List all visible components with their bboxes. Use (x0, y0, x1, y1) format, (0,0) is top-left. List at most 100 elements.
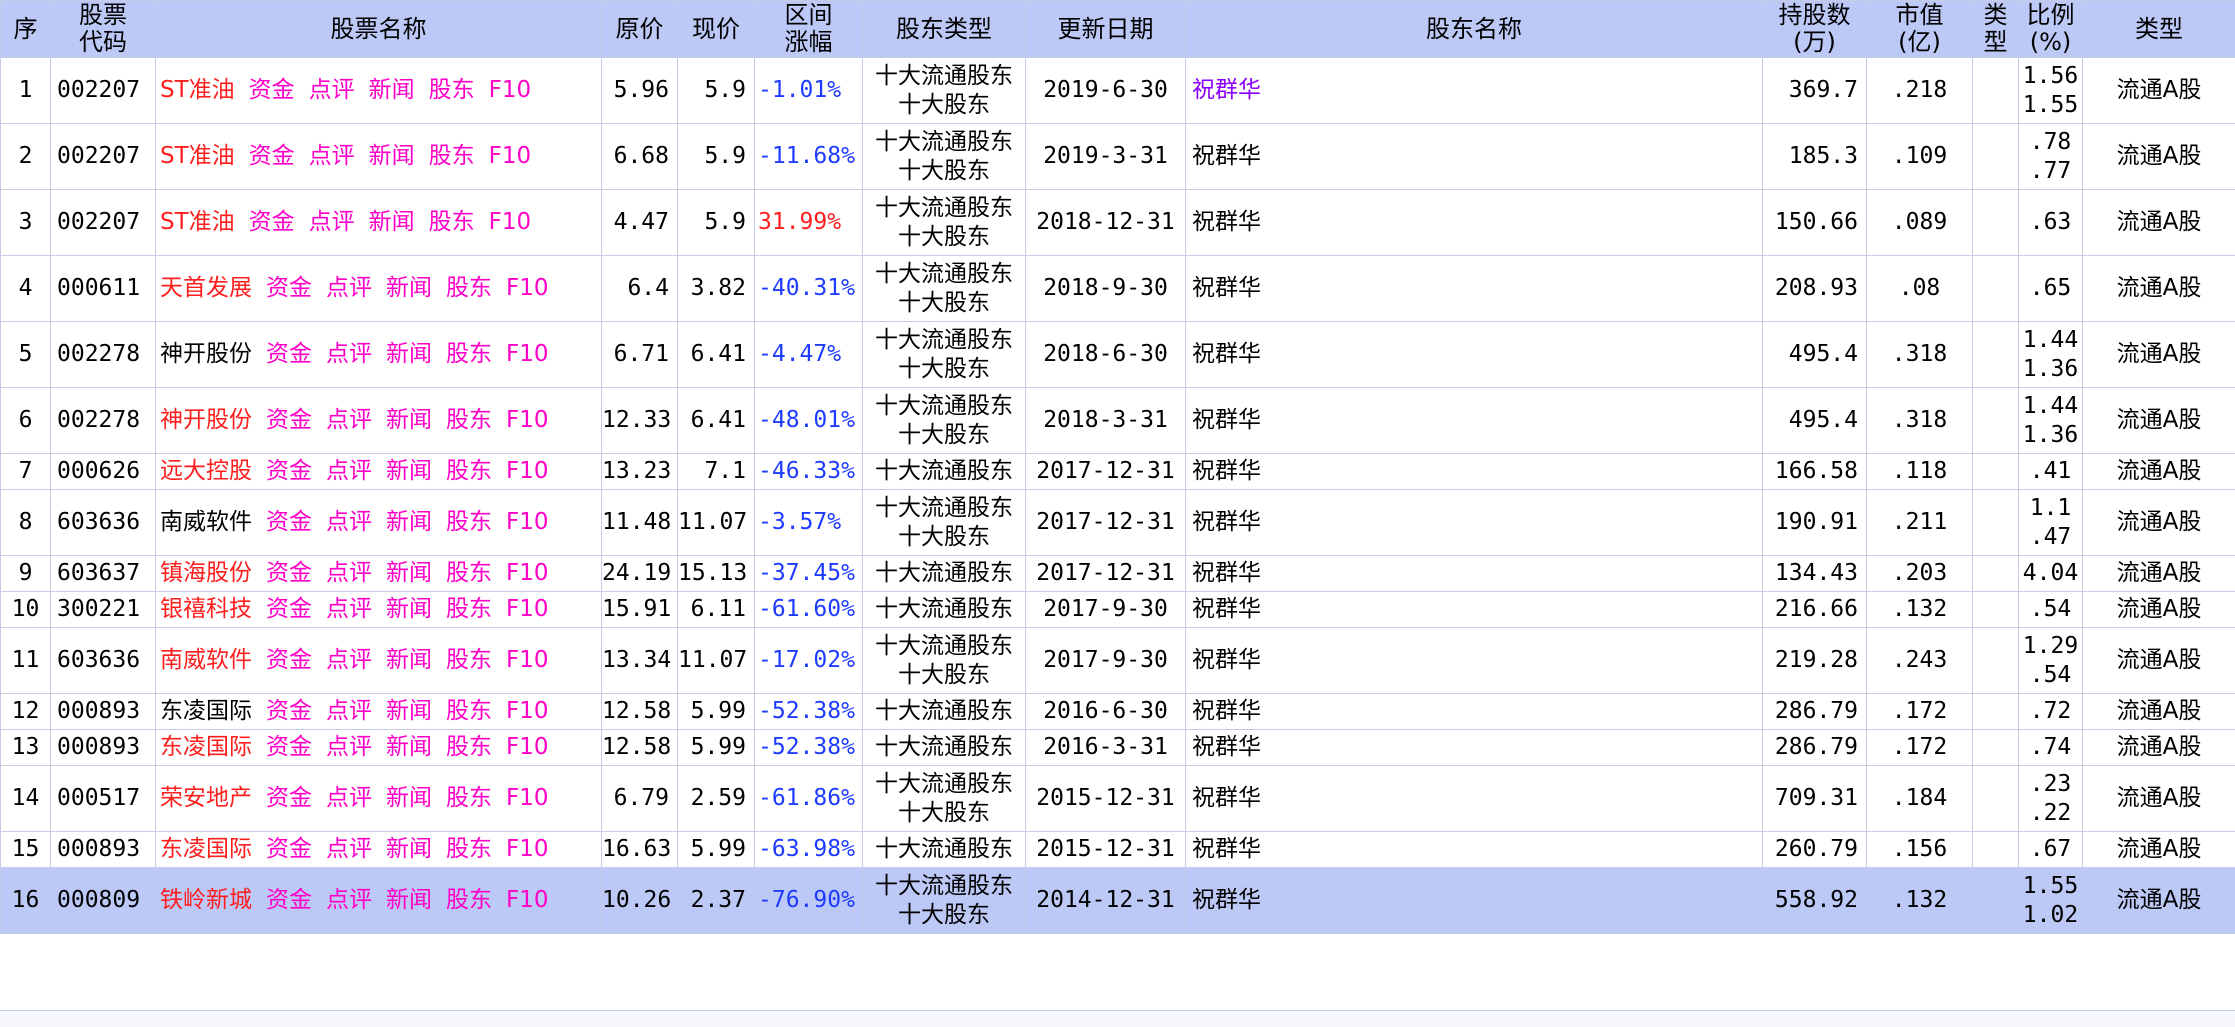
f10-link[interactable]: F10 (506, 836, 549, 862)
col-header-shares[interactable]: 持股数 (万) (1763, 1, 1867, 58)
holder-link[interactable]: 股东 (429, 209, 475, 235)
news-link[interactable]: 新闻 (369, 77, 415, 103)
stock-name-link[interactable]: 远大控股 (160, 458, 252, 484)
news-link[interactable]: 新闻 (386, 341, 432, 367)
stock-name-link[interactable]: 东凌国际 (160, 734, 252, 760)
f10-link[interactable]: F10 (489, 143, 532, 169)
holder-link[interactable]: 股东 (446, 698, 492, 724)
stock-name-link[interactable]: 镇海股份 (160, 560, 252, 586)
news-link[interactable]: 新闻 (386, 407, 432, 433)
review-link[interactable]: 点评 (326, 407, 372, 433)
fund-link[interactable]: 资金 (249, 77, 295, 103)
fund-link[interactable]: 资金 (266, 560, 312, 586)
col-header-range-change[interactable]: 区间 涨幅 (755, 1, 863, 58)
holder-link[interactable]: 股东 (446, 341, 492, 367)
cell-code[interactable]: 603637 (51, 556, 156, 592)
table-row[interactable]: 2002207ST准油资金点评新闻股东F106.685.9-11.68%十大流通… (1, 124, 2235, 190)
stock-name-link[interactable]: 东凌国际 (160, 698, 252, 724)
fund-link[interactable]: 资金 (266, 596, 312, 622)
cell-holder-name[interactable]: 祝群华 (1186, 256, 1763, 322)
col-header-seq[interactable]: 序 (1, 1, 51, 58)
stock-name-link[interactable]: ST准油 (160, 143, 235, 169)
holder-link[interactable]: 股东 (446, 458, 492, 484)
news-link[interactable]: 新闻 (386, 698, 432, 724)
col-header-holder-name[interactable]: 股东名称 (1186, 1, 1763, 58)
review-link[interactable]: 点评 (326, 836, 372, 862)
cell-code[interactable]: 300221 (51, 592, 156, 628)
f10-link[interactable]: F10 (489, 77, 532, 103)
fund-link[interactable]: 资金 (266, 407, 312, 433)
review-link[interactable]: 点评 (326, 596, 372, 622)
news-link[interactable]: 新闻 (386, 785, 432, 811)
news-link[interactable]: 新闻 (386, 509, 432, 535)
review-link[interactable]: 点评 (326, 275, 372, 301)
f10-link[interactable]: F10 (489, 209, 532, 235)
cell-holder-name[interactable]: 祝群华 (1186, 190, 1763, 256)
f10-link[interactable]: F10 (506, 275, 549, 301)
table-row[interactable]: 7000626远大控股资金点评新闻股东F1013.237.1-46.33%十大流… (1, 454, 2235, 490)
news-link[interactable]: 新闻 (386, 887, 432, 913)
f10-link[interactable]: F10 (506, 734, 549, 760)
cell-code[interactable]: 000893 (51, 832, 156, 868)
review-link[interactable]: 点评 (326, 734, 372, 760)
f10-link[interactable]: F10 (506, 647, 549, 673)
review-link[interactable]: 点评 (326, 887, 372, 913)
f10-link[interactable]: F10 (506, 596, 549, 622)
stock-name-link[interactable]: 南威软件 (160, 647, 252, 673)
news-link[interactable]: 新闻 (386, 275, 432, 301)
table-row[interactable]: 8603636南威软件资金点评新闻股东F1011.4811.07-3.57%十大… (1, 490, 2235, 556)
table-row[interactable]: 13000893东凌国际资金点评新闻股东F1012.585.99-52.38%十… (1, 730, 2235, 766)
news-link[interactable]: 新闻 (386, 560, 432, 586)
cell-code[interactable]: 603636 (51, 490, 156, 556)
cell-holder-name[interactable]: 祝群华 (1186, 454, 1763, 490)
table-row[interactable]: 1002207ST准油资金点评新闻股东F105.965.9-1.01%十大流通股… (1, 58, 2235, 124)
f10-link[interactable]: F10 (506, 458, 549, 484)
holder-link[interactable]: 股东 (446, 596, 492, 622)
cell-holder-name[interactable]: 祝群华 (1186, 832, 1763, 868)
cell-holder-name[interactable]: 祝群华 (1186, 592, 1763, 628)
f10-link[interactable]: F10 (506, 509, 549, 535)
table-row[interactable]: 12000893东凌国际资金点评新闻股东F1012.585.99-52.38%十… (1, 694, 2235, 730)
cell-holder-name[interactable]: 祝群华 (1186, 694, 1763, 730)
cell-holder-name[interactable]: 祝群华 (1186, 58, 1763, 124)
news-link[interactable]: 新闻 (386, 647, 432, 673)
review-link[interactable]: 点评 (326, 647, 372, 673)
news-link[interactable]: 新闻 (386, 734, 432, 760)
review-link[interactable]: 点评 (326, 785, 372, 811)
review-link[interactable]: 点评 (326, 458, 372, 484)
stock-name-link[interactable]: ST准油 (160, 209, 235, 235)
f10-link[interactable]: F10 (506, 698, 549, 724)
table-row[interactable]: 3002207ST准油资金点评新闻股东F104.475.931.99%十大流通股… (1, 190, 2235, 256)
cell-code[interactable]: 603636 (51, 628, 156, 694)
cell-holder-name[interactable]: 祝群华 (1186, 766, 1763, 832)
table-row[interactable]: 14000517荣安地产资金点评新闻股东F106.792.59-61.86%十大… (1, 766, 2235, 832)
stock-name-link[interactable]: 神开股份 (160, 341, 252, 367)
cell-code[interactable]: 002207 (51, 190, 156, 256)
stock-name-link[interactable]: ST准油 (160, 77, 235, 103)
stock-name-link[interactable]: 荣安地产 (160, 785, 252, 811)
holder-link[interactable]: 股东 (446, 509, 492, 535)
stock-name-link[interactable]: 银禧科技 (160, 596, 252, 622)
fund-link[interactable]: 资金 (266, 887, 312, 913)
holder-link[interactable]: 股东 (429, 77, 475, 103)
fund-link[interactable]: 资金 (266, 647, 312, 673)
col-header-orig-price[interactable]: 原价 (602, 1, 678, 58)
table-row[interactable]: 15000893东凌国际资金点评新闻股东F1016.635.99-63.98%十… (1, 832, 2235, 868)
cell-code[interactable]: 000517 (51, 766, 156, 832)
cell-holder-name[interactable]: 祝群华 (1186, 322, 1763, 388)
cell-code[interactable]: 000893 (51, 694, 156, 730)
review-link[interactable]: 点评 (326, 341, 372, 367)
stock-name-link[interactable]: 神开股份 (160, 407, 252, 433)
col-header-kind[interactable]: 类 型 (1973, 1, 2019, 58)
cell-holder-name[interactable]: 祝群华 (1186, 628, 1763, 694)
holder-link[interactable]: 股东 (446, 785, 492, 811)
holder-link[interactable]: 股东 (429, 143, 475, 169)
holder-link[interactable]: 股东 (446, 647, 492, 673)
table-row[interactable]: 4000611天首发展资金点评新闻股东F106.43.82-40.31%十大流通… (1, 256, 2235, 322)
holder-link[interactable]: 股东 (446, 560, 492, 586)
stock-name-link[interactable]: 东凌国际 (160, 836, 252, 862)
review-link[interactable]: 点评 (326, 698, 372, 724)
f10-link[interactable]: F10 (506, 785, 549, 811)
col-header-holder-type[interactable]: 股东类型 (863, 1, 1026, 58)
review-link[interactable]: 点评 (326, 509, 372, 535)
